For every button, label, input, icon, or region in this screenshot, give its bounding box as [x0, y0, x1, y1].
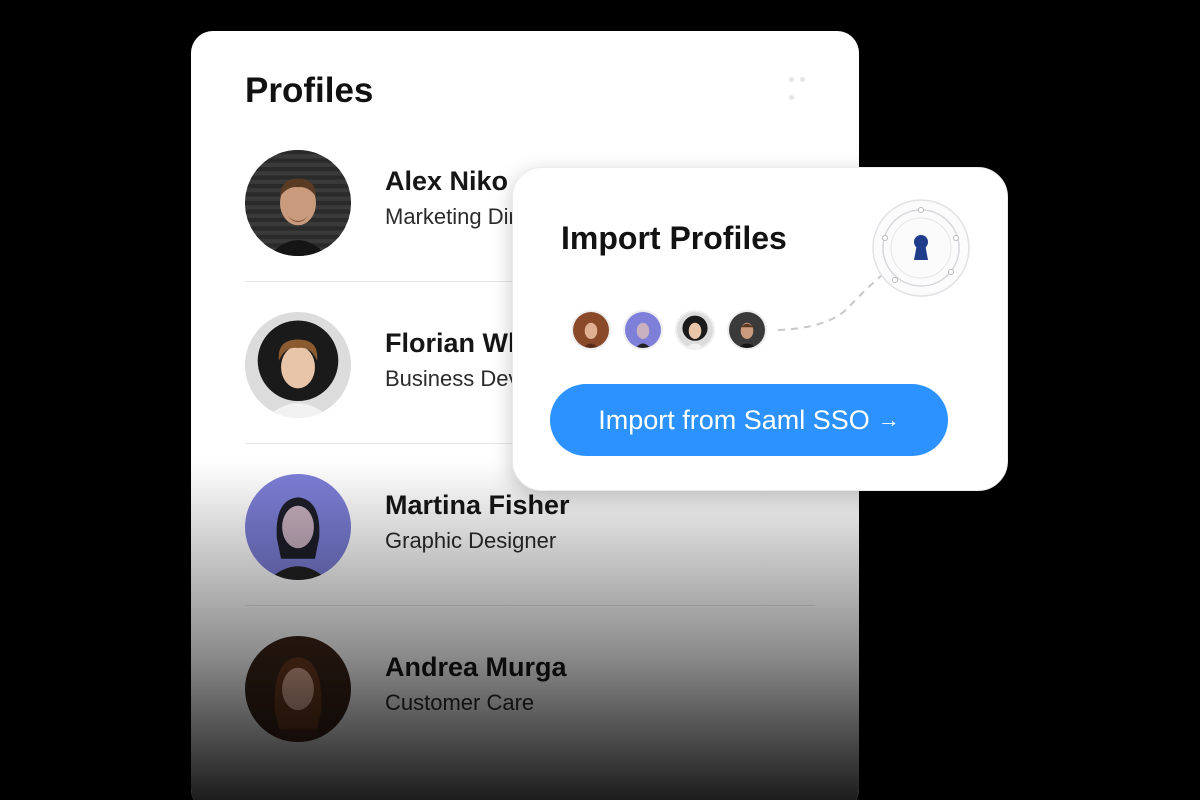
import-title: Import Profiles	[561, 220, 787, 256]
import-from-saml-sso-button[interactable]: Import from Saml SSO →	[550, 384, 948, 456]
divider	[245, 605, 815, 606]
profile-name: Andrea Murga	[385, 652, 567, 682]
import-profiles-card: Import Profiles Import from Saml SSO →	[512, 167, 1008, 491]
profile-name: Martina Fisher	[385, 490, 570, 520]
avatar	[675, 310, 715, 350]
import-button-label: Import from Saml SSO	[598, 404, 870, 435]
avatar	[245, 636, 351, 742]
more-options-icon[interactable]	[789, 69, 819, 100]
profiles-title: Profiles	[245, 71, 374, 110]
avatar	[245, 474, 351, 580]
profile-role: Graphic Designer	[385, 528, 557, 553]
avatar	[245, 150, 351, 256]
avatar	[727, 310, 767, 350]
avatar	[623, 310, 663, 350]
lock-icon	[871, 198, 971, 298]
profile-row-andrea-murga[interactable]: Andrea Murga Customer Care	[245, 636, 815, 746]
arrow-right-icon: →	[877, 407, 900, 432]
profile-name: Alex Niko	[385, 166, 509, 196]
avatar	[245, 312, 351, 418]
profile-role: Customer Care	[385, 690, 535, 715]
avatar	[571, 310, 611, 350]
